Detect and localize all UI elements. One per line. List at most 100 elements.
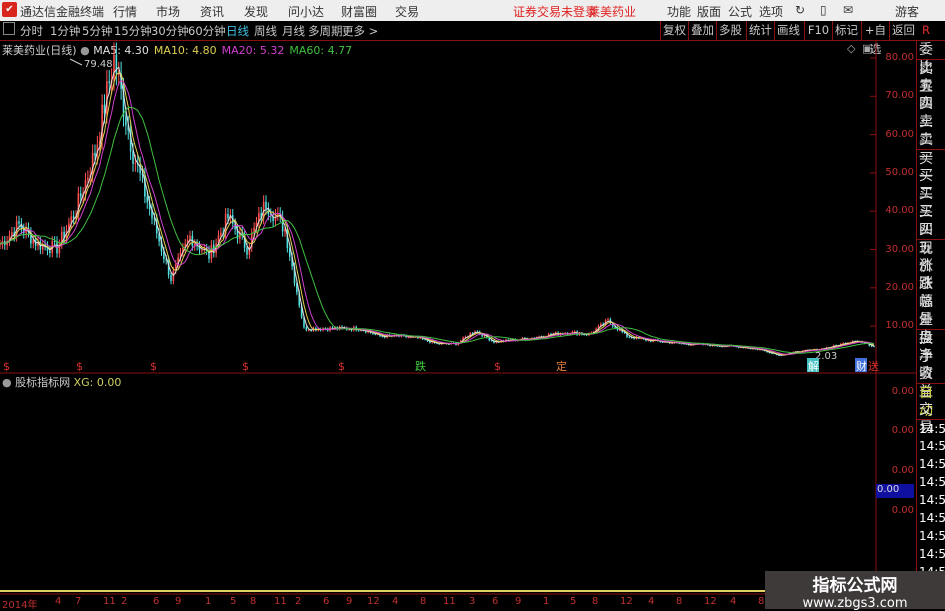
period-tab[interactable]: 日线 [226, 23, 249, 39]
time-tick: 4 [392, 596, 399, 607]
period-tab[interactable]: 5分钟 [82, 23, 112, 39]
quote-field: 买二 [919, 168, 933, 202]
menu-discover[interactable]: 发现 [244, 3, 268, 20]
toolbar-button[interactable]: 返回 [889, 21, 917, 40]
candle-body [628, 336, 631, 338]
period-tab[interactable]: 30分钟 [151, 23, 189, 39]
price-tick: 70.00 [885, 90, 914, 102]
candle-body [11, 232, 13, 236]
candle-body [87, 177, 89, 181]
menu-function[interactable]: 功能 [667, 3, 691, 20]
period-tab[interactable]: 月线 [282, 23, 305, 39]
menu-ask[interactable]: 问小达 [288, 3, 324, 20]
time-tick: 6 [492, 596, 499, 607]
candle-body [357, 330, 360, 332]
menu-market[interactable]: 市场 [156, 3, 180, 20]
period-tab[interactable]: 15分钟 [114, 23, 152, 39]
refresh-icon[interactable]: ↻ [795, 3, 805, 17]
tdx-logo-icon: ✔ [2, 2, 17, 17]
kline-chart[interactable]: 79.482.03$ $ $ $ $ 跌 $ 定解财送 [0, 41, 916, 609]
menu-layout[interactable]: 版面 [697, 3, 721, 20]
toolbar-button[interactable]: 叠加 [688, 21, 716, 40]
menu-bar: ✔ 通达信金融终端 行情 市场 资讯 发现 问小达 财富圈 交易 证券交易未登录… [0, 0, 945, 21]
toolbar-button[interactable]: 复权 [660, 21, 688, 40]
candle-body [134, 162, 137, 164]
price-tick: 30.00 [885, 243, 914, 255]
toolbar-button[interactable]: 标记 [832, 21, 860, 40]
time-tick: 1 [205, 596, 212, 607]
toolbar-button[interactable]: F10 [804, 21, 832, 40]
high-price-label: 79.48 [84, 59, 113, 70]
quote-field: 卖二 [919, 114, 933, 148]
quote-field: 14:56 [919, 511, 945, 525]
period-tab[interactable]: 周线 [254, 23, 277, 39]
signal-marker: 跌 [415, 359, 426, 373]
candle-body [607, 319, 609, 321]
menu-formula[interactable]: 公式 [728, 3, 752, 20]
quote-field: 买一 [917, 149, 945, 185]
price-tick: 20.00 [885, 281, 914, 293]
candle-body [227, 213, 229, 219]
toolbar-button[interactable]: 画线 [774, 21, 802, 40]
menu-options[interactable]: 选项 [759, 3, 783, 20]
toolbar-button[interactable]: 多股 [716, 21, 744, 40]
time-tick: 3 [469, 596, 476, 607]
signal-marker: 定 [556, 359, 567, 373]
candle-body [189, 235, 191, 240]
time-tick: 7 [75, 596, 82, 607]
signal-marker: $ [242, 360, 249, 373]
ma5-line [0, 66, 875, 356]
period-tab[interactable]: 1分钟 [50, 23, 80, 39]
mail-icon[interactable]: ✉ [843, 3, 853, 17]
indicator-tick: 0.00 [891, 425, 914, 436]
quote-field: 涨跌 [919, 258, 933, 292]
time-tick: 8 [758, 596, 765, 607]
price-tick: 40.00 [885, 205, 914, 217]
quote-field: 14:56 [917, 419, 945, 437]
dropdown-icon[interactable]: ● [2, 376, 12, 389]
period-tab[interactable]: 多周期 [308, 23, 343, 39]
indicator-current-value: 0.00 [876, 484, 914, 498]
period-tab[interactable]: 更多 > [342, 23, 378, 39]
indicator-name: 股标指标网 [15, 376, 71, 389]
candle-body [407, 337, 410, 339]
candle-body [305, 327, 308, 331]
app-title: 通达信金融终端 [20, 5, 105, 19]
watermark: 指标公式网 www.zbgs3.com [765, 571, 945, 611]
menu-wealth[interactable]: 财富圈 [341, 3, 377, 20]
r-indicator: R [922, 23, 930, 37]
time-tick: 11 [443, 596, 456, 607]
candle-body [220, 232, 222, 236]
candle-body [307, 329, 310, 331]
quote-field: 委比 [919, 42, 933, 76]
menu-trade[interactable]: 交易 [395, 3, 419, 20]
high-pointer [69, 58, 83, 66]
time-tick: 9 [346, 596, 353, 607]
toolbar-button[interactable]: 统计 [746, 21, 774, 40]
quote-field[interactable]: 自动 [917, 383, 945, 419]
panel-toggle-icon[interactable] [3, 22, 15, 35]
price-tick: 60.00 [885, 128, 914, 140]
user-label[interactable]: 游客 [895, 3, 919, 20]
time-tick: 11 [103, 596, 116, 607]
period-tab[interactable]: 分时 [20, 23, 43, 39]
phone-icon[interactable]: ▯ [820, 3, 827, 17]
quote-field: 交易 [919, 402, 933, 436]
time-tick: 8 [250, 596, 257, 607]
menu-quotes[interactable]: 行情 [113, 3, 137, 20]
toolbar-button[interactable]: +自选 [861, 21, 889, 56]
period-tab[interactable]: 60分钟 [188, 23, 226, 39]
login-status[interactable]: 证券交易未登录 [513, 3, 597, 20]
time-tick: 5 [570, 596, 577, 607]
quote-panel: 委比 卖五 卖四 卖三 卖二 卖一 买一 买二 买三 买四 买五 现价 涨跌 涨幅 总量 外盘 换手 净资 收益 自动… [916, 41, 945, 609]
quote-field: 总量 [919, 294, 933, 328]
time-tick: 11 [274, 596, 287, 607]
quote-field: 卖四 [919, 78, 933, 112]
time-tick: 1 [543, 596, 550, 607]
time-tick: 5 [230, 596, 237, 607]
time-tick: 12 [704, 596, 717, 607]
quote-field: 买三 [919, 186, 933, 220]
menu-news[interactable]: 资讯 [200, 3, 224, 20]
quote-field: 卖一 [919, 132, 933, 166]
candle-body [108, 81, 111, 84]
